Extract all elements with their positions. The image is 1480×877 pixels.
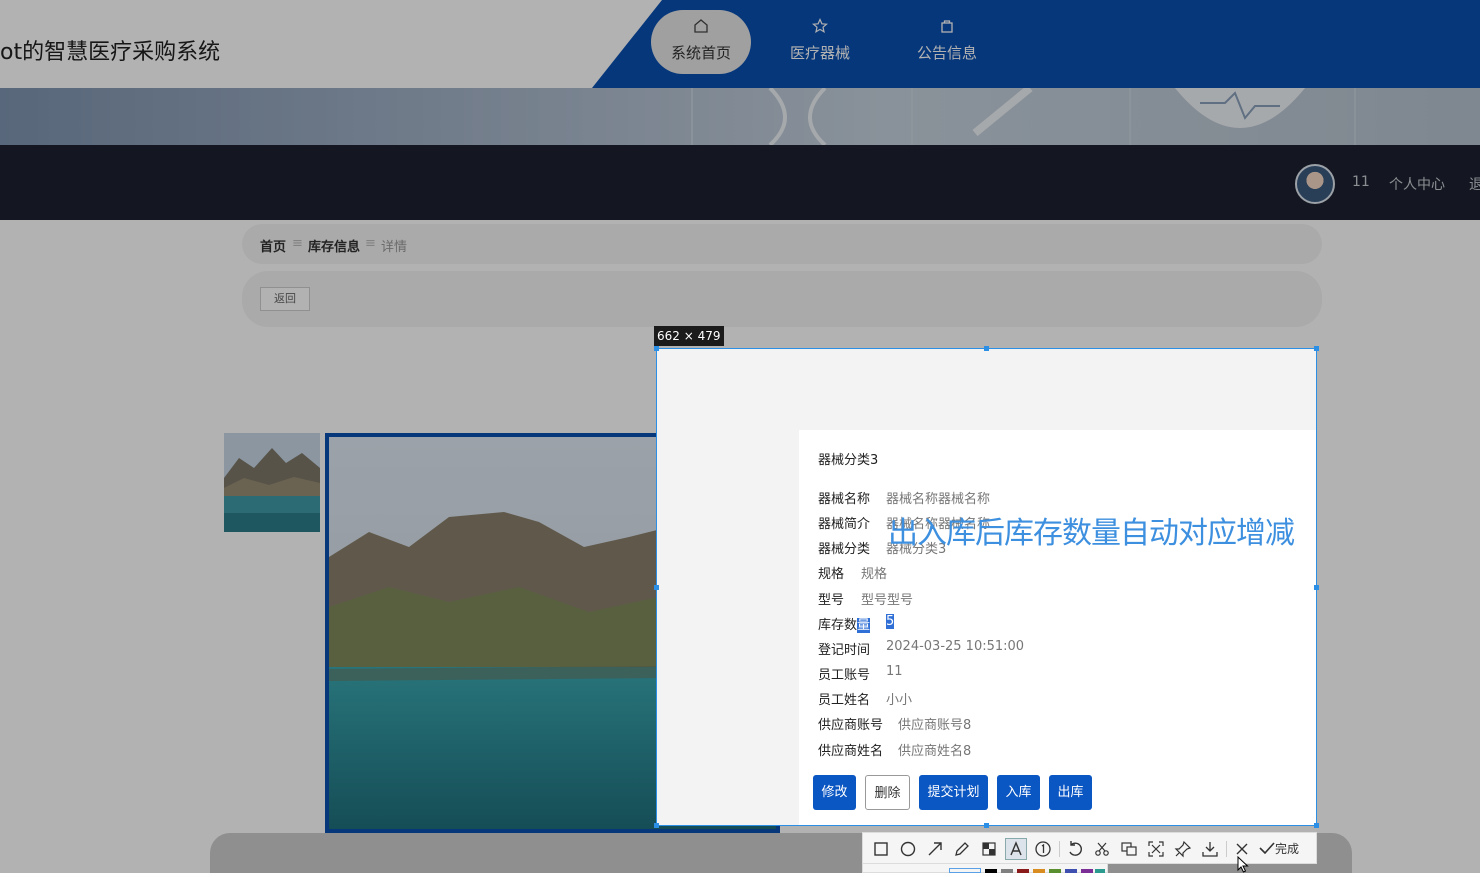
scissors-icon[interactable] [1092,839,1112,859]
scan-icon[interactable] [1146,839,1166,859]
download-icon[interactable] [1200,839,1220,859]
color-swatch[interactable] [1049,869,1061,873]
done-button[interactable]: 完成 [1259,839,1299,859]
resize-handle[interactable] [654,823,659,828]
resize-handle[interactable] [654,346,659,351]
toolbar-divider [1226,841,1227,857]
arrow-icon[interactable] [925,839,945,859]
done-label: 完成 [1275,842,1300,856]
color-swatch[interactable] [1033,869,1045,873]
resize-handle[interactable] [1314,346,1319,351]
capture-dim-right [1317,348,1480,826]
capture-size-label: 662 × 479 [654,326,724,346]
color-swatch[interactable] [1065,869,1077,873]
resize-handle[interactable] [654,585,659,590]
number-icon[interactable] [1033,839,1053,859]
ocr-icon[interactable] [1119,839,1139,859]
capture-dim-top [0,0,1480,348]
color-palette [862,864,1108,873]
text-icon[interactable] [1005,838,1027,860]
resize-handle[interactable] [1314,585,1319,590]
pen-icon[interactable] [952,839,972,859]
mosaic-icon[interactable] [979,839,999,859]
check-icon [1259,842,1275,856]
undo-icon[interactable] [1065,839,1085,859]
resize-handle[interactable] [1314,823,1319,828]
color-swatch[interactable] [1081,869,1093,873]
capture-selection[interactable] [656,348,1317,826]
ellipse-icon[interactable] [898,839,918,859]
color-swatch[interactable] [1017,869,1029,873]
rect-icon[interactable] [871,839,891,859]
color-swatch[interactable] [1095,869,1105,873]
pin-icon[interactable] [1173,839,1193,859]
mouse-cursor-icon [1237,855,1249,877]
capture-dim-left [0,348,656,826]
color-swatch[interactable] [1001,869,1013,873]
color-swatch[interactable] [985,869,997,873]
resize-handle[interactable] [984,346,989,351]
color-swatch[interactable] [949,868,981,873]
resize-handle[interactable] [984,823,989,828]
toolbar-divider [1059,841,1060,857]
